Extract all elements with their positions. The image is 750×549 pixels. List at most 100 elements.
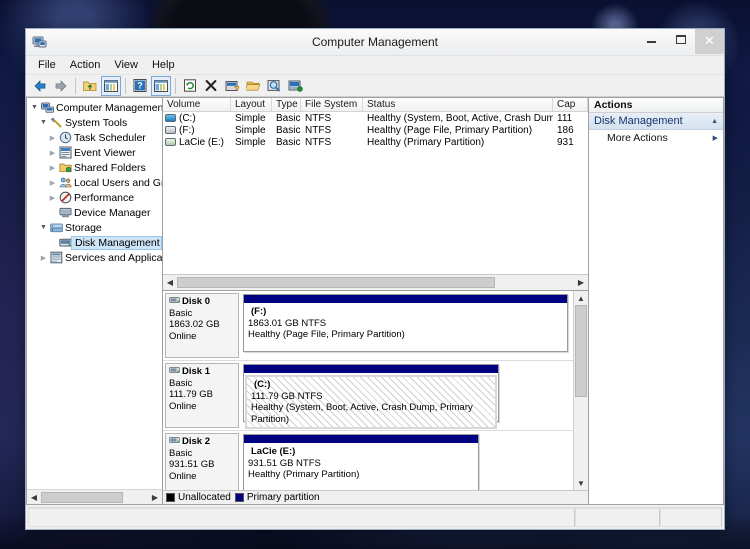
actions-group-label: Disk Management xyxy=(594,115,683,127)
volume-list-rows: (C:) Simple Basic NTFS Healthy (System, Boot… xyxy=(163,112,588,274)
volume-scroll-track[interactable] xyxy=(177,276,574,289)
hard-disk-icon xyxy=(169,296,180,308)
status-pane-main xyxy=(28,508,575,527)
tree-node-storage[interactable]: ▼ Storage xyxy=(27,220,162,235)
volume-row[interactable]: LaCie (E:) Simple Basic NTFS Healthy (Primar… xyxy=(163,136,588,148)
tree-node-services-and-applications[interactable]: ▶ Services and Applications xyxy=(27,250,162,265)
disk-type: Basic xyxy=(169,447,193,459)
partition-label: (F:) xyxy=(251,306,267,317)
back-icon[interactable] xyxy=(30,76,50,96)
volume-name: LaCie (E:) xyxy=(179,136,225,148)
tree-node-device-manager[interactable]: Device Manager xyxy=(27,205,162,220)
properties-icon[interactable] xyxy=(222,76,242,96)
minimize-button[interactable] xyxy=(637,29,666,50)
partition-block[interactable]: (C:) 111.79 GB NTFS Healthy (System, Boo… xyxy=(243,364,499,429)
column-header-type[interactable]: Type xyxy=(272,98,301,111)
forward-icon[interactable] xyxy=(51,76,71,96)
volume-name: (F:) xyxy=(179,124,195,136)
volume-type: Basic xyxy=(276,124,301,136)
menu-view[interactable]: View xyxy=(107,57,145,73)
action-more-actions[interactable]: More Actions ▶ xyxy=(589,130,723,145)
close-button[interactable]: ✕ xyxy=(695,28,724,54)
maximize-button[interactable] xyxy=(666,29,695,50)
partition-block[interactable]: LaCie (E:) 931.51 GB NTFS Healthy (Prima… xyxy=(243,434,480,490)
expander-expand-icon[interactable]: ▶ xyxy=(47,194,58,202)
tree-scroll-left-arrow[interactable]: ◀ xyxy=(27,490,41,504)
expander-collapse-icon[interactable]: ▼ xyxy=(38,119,49,126)
disk-info-panel[interactable]: Disk 2 Basic 931.51 GB Online xyxy=(165,433,239,490)
disk-scroll-track[interactable] xyxy=(574,305,588,476)
toolbar-separator-2 xyxy=(125,77,126,94)
tree-node-system-tools[interactable]: ▼ System Tools xyxy=(27,115,162,130)
disk-info-panel[interactable]: Disk 1 Basic 111.79 GB Online xyxy=(165,363,239,428)
column-header-file-system[interactable]: File System xyxy=(301,98,363,111)
volume-list-horizontal-scrollbar[interactable]: ◀ ▶ xyxy=(163,274,588,290)
tree-scroll-track[interactable] xyxy=(41,490,148,504)
column-header-status[interactable]: Status xyxy=(363,98,553,111)
help-icon[interactable]: ? xyxy=(130,76,150,96)
actions-list: Disk Management ▲ More Actions ▶ xyxy=(589,113,723,504)
volume-file-system: NTFS xyxy=(305,136,332,148)
tree-node-local-users-and-groups[interactable]: ▶ Local Users and Groups xyxy=(27,175,162,190)
column-header-cap[interactable]: Cap xyxy=(553,98,588,111)
menu-file[interactable]: File xyxy=(31,57,63,73)
volume-row[interactable]: (C:) Simple Basic NTFS Healthy (System, Boot… xyxy=(163,112,588,124)
column-header-volume[interactable]: Volume xyxy=(163,98,231,111)
disk-graphical-view: Disk 0 Basic 1863.02 GB Online (F:) 1863.… xyxy=(163,290,588,490)
toolbar: ? xyxy=(26,75,724,97)
show-hide-action-pane-icon[interactable] xyxy=(151,75,171,96)
partition-status: Healthy (Page File, Primary Partition) xyxy=(248,329,405,340)
disk-type: Basic xyxy=(169,307,193,319)
menu-help[interactable]: Help xyxy=(145,57,182,73)
volume-name: (C:) xyxy=(179,112,196,124)
svg-text:?: ? xyxy=(137,81,143,91)
partition-block[interactable]: (F:) 1863.01 GB NTFS Healthy (Page File,… xyxy=(243,294,568,352)
drive-blue-icon xyxy=(165,114,176,122)
expander-collapse-icon[interactable]: ▼ xyxy=(29,104,40,111)
delete-icon[interactable] xyxy=(201,76,221,96)
device-manager-icon xyxy=(58,206,72,219)
tree-node-disk-management[interactable]: Disk Management xyxy=(27,235,162,250)
volume-row[interactable]: (F:) Simple Basic NTFS Healthy (Page File, P… xyxy=(163,124,588,136)
disk-view-vertical-scrollbar[interactable]: ▲ ▼ xyxy=(573,291,588,490)
tree-node-computer-management-local[interactable]: ▼ Computer Management (Local xyxy=(27,100,162,115)
tree-node-performance[interactable]: ▶ Performance xyxy=(27,190,162,205)
expander-expand-icon[interactable]: ▶ xyxy=(47,164,58,172)
expander-expand-icon[interactable]: ▶ xyxy=(47,179,58,187)
expander-collapse-icon[interactable]: ▼ xyxy=(38,224,49,231)
open-icon[interactable] xyxy=(243,76,263,96)
expander-expand-icon[interactable]: ▶ xyxy=(47,134,58,142)
disk-scroll-up-arrow[interactable]: ▲ xyxy=(574,291,588,305)
up-folder-icon[interactable] xyxy=(80,76,100,96)
expander-expand-icon[interactable]: ▶ xyxy=(38,254,49,262)
tree-node-event-viewer[interactable]: ▶ Event Viewer xyxy=(27,145,162,160)
volume-scroll-left-arrow[interactable]: ◀ xyxy=(163,276,177,289)
volume-scroll-right-arrow[interactable]: ▶ xyxy=(574,276,588,289)
volume-scroll-thumb[interactable] xyxy=(177,277,495,288)
create-vhd-icon[interactable] xyxy=(285,76,305,96)
menu-action[interactable]: Action xyxy=(63,57,108,73)
column-header-layout[interactable]: Layout xyxy=(231,98,272,111)
partition-size: 931.51 GB NTFS xyxy=(248,457,321,469)
clock-icon xyxy=(58,131,72,144)
disk-scroll-thumb[interactable] xyxy=(575,305,587,397)
actions-group-disk-management[interactable]: Disk Management ▲ xyxy=(589,113,723,130)
volume-layout: Simple xyxy=(235,112,266,124)
tree-horizontal-scrollbar[interactable]: ◀ ▶ xyxy=(27,489,162,504)
rescan-disks-icon[interactable] xyxy=(264,76,284,96)
menu-bar: File Action View Help xyxy=(26,56,724,75)
volume-layout: Simple xyxy=(235,136,266,148)
title-bar: Computer Management ✕ xyxy=(26,28,724,56)
tree-node-shared-folders[interactable]: ▶ Shared Folders xyxy=(27,160,162,175)
show-hide-console-tree-icon[interactable] xyxy=(101,75,121,96)
disk-state: Online xyxy=(169,400,197,412)
disk-info-panel[interactable]: Disk 0 Basic 1863.02 GB Online xyxy=(165,293,239,358)
expander-expand-icon[interactable]: ▶ xyxy=(47,149,58,157)
tree-scroll-right-arrow[interactable]: ▶ xyxy=(148,490,162,504)
tree-node-task-scheduler[interactable]: ▶ Task Scheduler xyxy=(27,130,162,145)
tree-scroll-thumb[interactable] xyxy=(41,491,123,503)
refresh-icon[interactable] xyxy=(180,76,200,96)
disk-scroll-down-arrow[interactable]: ▼ xyxy=(574,476,588,490)
computer-management-window: Computer Management ✕ File Action View H… xyxy=(25,28,725,530)
legend-swatch xyxy=(234,493,244,502)
